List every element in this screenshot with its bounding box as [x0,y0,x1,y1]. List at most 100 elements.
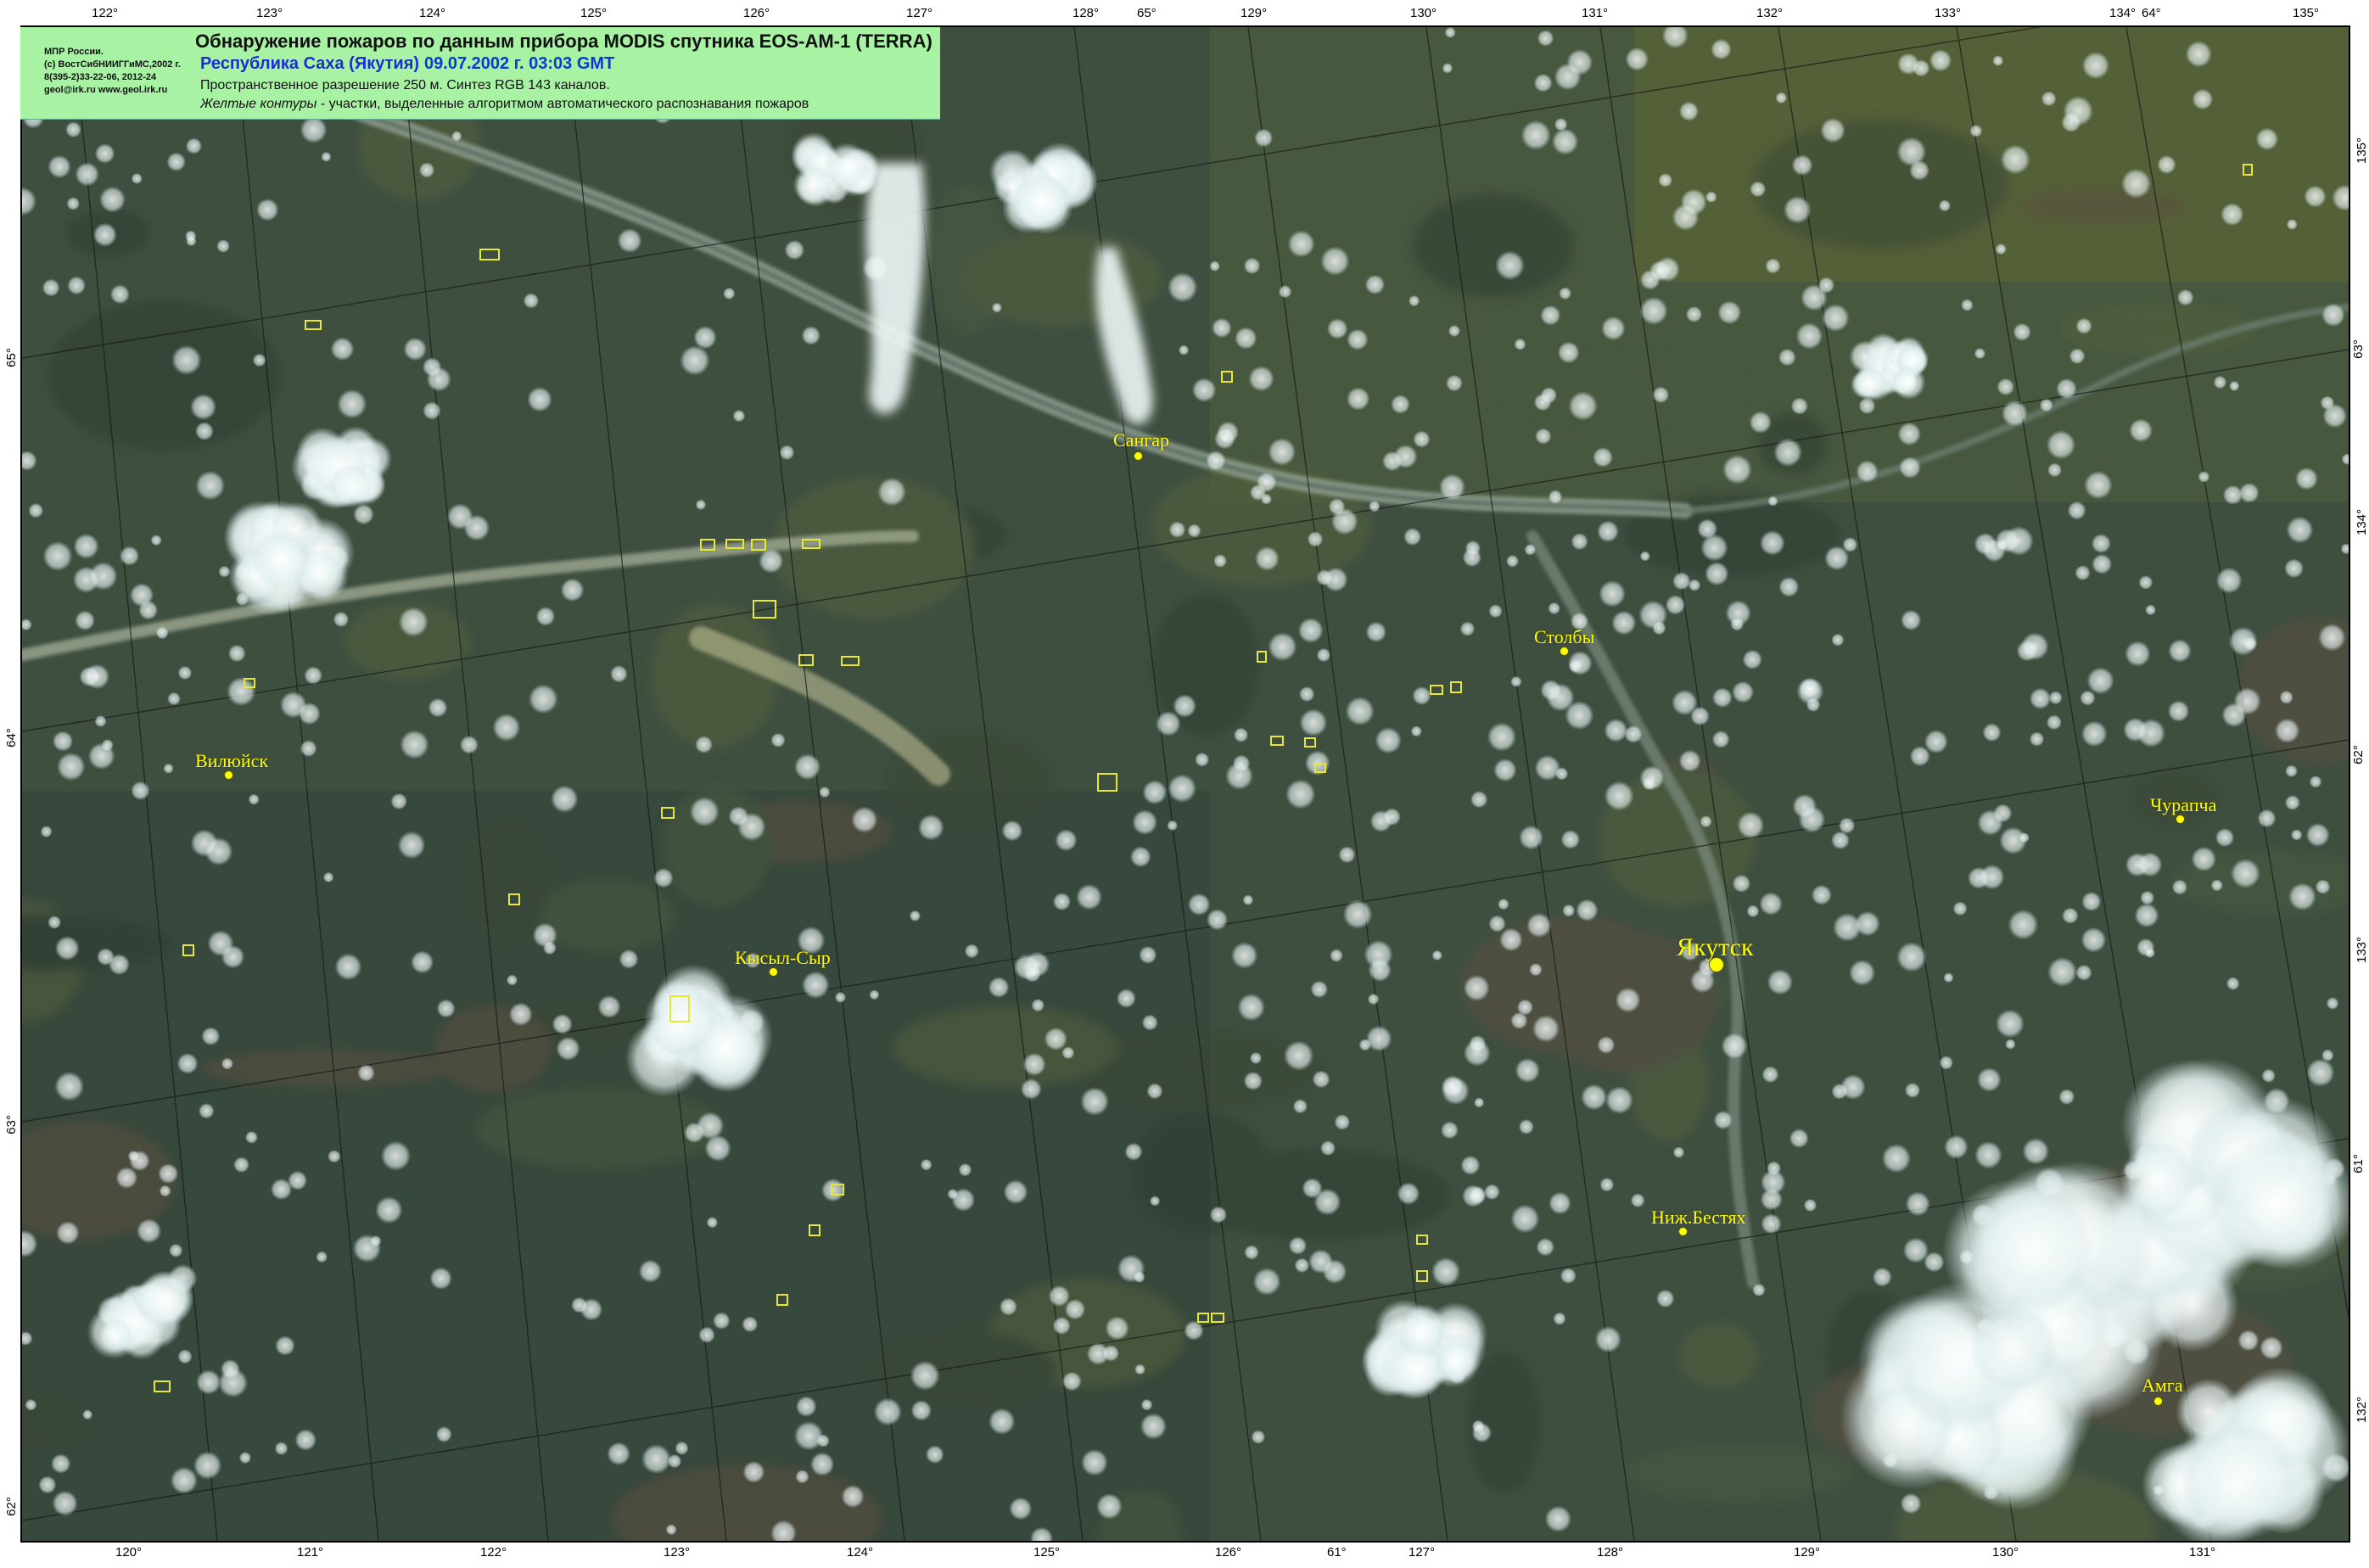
cloud [459,735,479,754]
cloud [1649,260,1671,282]
town-marker-sangar [1134,451,1143,461]
cloud [1474,1097,1485,1108]
cloud [698,1326,715,1344]
cloud [2274,718,2300,744]
cloud [1713,1110,1733,1130]
cloud [1244,1245,1259,1260]
cloud [73,533,99,560]
cloud [159,1184,171,1197]
cloud [693,326,717,350]
cloud [1730,617,1745,631]
cloud [435,1425,452,1443]
cloud [28,502,44,518]
cloud [535,606,556,626]
cloud [428,697,448,718]
cloud [2157,154,2176,175]
cloud [770,732,786,748]
cloud [2167,700,2190,722]
tick-right: 132° [2355,1396,2369,1424]
cloud [1140,1413,1168,1440]
cloud [542,941,557,955]
cloud [1767,496,1778,507]
cloud [1141,1014,1158,1031]
cloud [695,736,714,754]
cloud [1700,815,1712,828]
contours-note: Желтые контуры - участки, выделенные алг… [200,97,809,112]
terrain-patch [1498,356,1746,419]
cloud [185,137,203,154]
tick-top: 135° [2293,6,2320,20]
cloud [1678,101,1700,121]
tick-bottom: 131° [2189,1545,2216,1560]
cloud [1759,892,1784,916]
cloud [1896,941,1927,972]
town-label-kysyl-syr: Кысыл-Сыр [735,947,831,968]
cloud [1852,367,1887,400]
cloud [779,445,795,461]
cloud [2048,691,2063,705]
cloud [1307,530,1324,547]
cloud [1571,533,1588,551]
cloud [2191,846,2217,872]
cloud [2326,997,2339,1010]
cloud [1898,456,1922,479]
cloud [841,1485,865,1509]
cloud [819,786,831,798]
cloud [2171,879,2188,895]
cloud [186,235,197,247]
tick-top: 123° [256,6,283,20]
cloud [329,464,373,508]
cloud [1704,561,1729,586]
cloud [1023,965,1042,983]
tick-top: 124° [419,6,446,20]
cloud [1441,1075,1464,1098]
cloud [527,386,552,412]
cloud [2125,852,2150,877]
cloud [429,1267,453,1291]
cloud [1022,1052,1046,1077]
cloud [795,1396,817,1418]
cloud [2134,903,2159,928]
cloud [2022,1137,2050,1165]
cloud [1134,1364,1145,1375]
cloud [287,1170,308,1190]
cloud [675,1441,689,1455]
tick-top: 126° [743,6,770,20]
cloud [667,1453,682,1469]
cloud [66,197,81,210]
cloud [1132,809,1158,836]
cloud [2238,482,2260,503]
cloud [65,121,82,138]
cloud [328,1150,341,1163]
cloud [135,1270,193,1329]
cloud [2069,348,2086,365]
cloud [742,1460,765,1484]
cloud [1061,1371,1082,1392]
cloud [2185,40,2213,68]
cloud [1576,899,1599,922]
cloud [1345,696,1375,726]
cloud [1721,1033,1748,1060]
cloud [2058,1089,2075,1106]
town-marker-vilyuysk [224,770,233,780]
cloud [1652,386,1670,404]
cloud [2288,882,2317,911]
cloud [556,1036,580,1061]
cloud [2020,632,2049,661]
cloud [1554,117,1568,132]
cloud [2046,714,2063,731]
cloud [54,935,80,961]
cloud [1604,781,1634,811]
cloud [1974,532,1997,556]
cloud [1510,675,1522,688]
terrain-patch [536,878,676,953]
cloud [1549,1191,1571,1215]
cloud [816,1434,830,1448]
cloud [1761,1066,1779,1084]
tick-right: 134° [2355,508,2369,536]
cloud [251,529,312,591]
cloud [1086,1342,1110,1366]
cloud [665,1524,677,1536]
tick-top: 133° [1935,6,1962,20]
cloud [1493,758,1517,782]
